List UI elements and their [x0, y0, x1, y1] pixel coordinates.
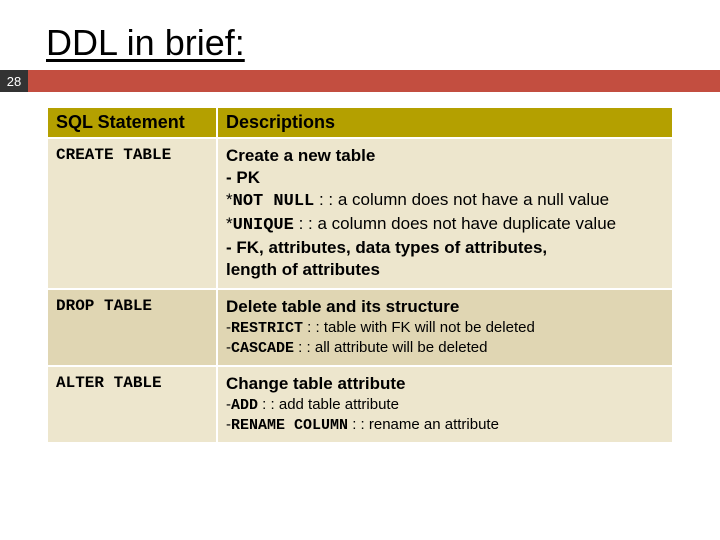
- kw-add: ADD: [231, 397, 258, 414]
- t: : : a column does not have duplicate val…: [294, 214, 616, 233]
- sql-desc: Change table attribute -ADD : : add tabl…: [217, 366, 673, 443]
- desc-line: Delete table and its structure: [226, 296, 664, 318]
- accent-band: 28: [0, 70, 720, 92]
- ddl-table-wrap: SQL Statement Descriptions CREATE TABLE …: [46, 106, 674, 444]
- col-header-statement: SQL Statement: [47, 107, 217, 138]
- sql-desc: Create a new table - PK *NOT NULL : : a …: [217, 138, 673, 289]
- desc-line: *NOT NULL : : a column does not have a n…: [226, 189, 664, 213]
- t: : : add table attribute: [258, 396, 399, 413]
- desc-line: Create a new table: [226, 145, 664, 167]
- kw-rename-column: RENAME COLUMN: [231, 417, 348, 434]
- kw-unique: UNIQUE: [233, 216, 294, 235]
- t: *: [226, 190, 233, 209]
- t: : : rename an attribute: [348, 416, 499, 433]
- desc-line: - FK, attributes, data types of attribut…: [226, 237, 664, 259]
- desc-line: - PK: [226, 167, 664, 189]
- desc-line: -RESTRICT : : table with FK will not be …: [226, 318, 664, 339]
- table-row: ALTER TABLE Change table attribute -ADD …: [47, 366, 673, 443]
- sql-desc: Delete table and its structure -RESTRICT…: [217, 289, 673, 366]
- slide: DDL in brief: 28 SQL Statement Descripti…: [0, 0, 720, 540]
- desc-line: Change table attribute: [226, 373, 664, 395]
- t: : : a column does not have a null value: [314, 190, 609, 209]
- table-row: DROP TABLE Delete table and its structur…: [47, 289, 673, 366]
- page-title: DDL in brief:: [0, 22, 720, 64]
- desc-line: *UNIQUE : : a column does not have dupli…: [226, 213, 664, 237]
- desc-line: -ADD : : add table attribute: [226, 395, 664, 416]
- page-number: 28: [0, 70, 28, 92]
- kw-not-null: NOT NULL: [233, 192, 315, 211]
- table-header-row: SQL Statement Descriptions: [47, 107, 673, 138]
- col-header-description: Descriptions: [217, 107, 673, 138]
- kw-restrict: RESTRICT: [231, 320, 303, 337]
- t: *: [226, 214, 233, 233]
- kw-cascade: CASCADE: [231, 340, 294, 357]
- table-row: CREATE TABLE Create a new table - PK *NO…: [47, 138, 673, 289]
- desc-line: -CASCADE : : all attribute will be delet…: [226, 338, 664, 359]
- desc-line: -RENAME COLUMN : : rename an attribute: [226, 415, 664, 436]
- ddl-table: SQL Statement Descriptions CREATE TABLE …: [46, 106, 674, 444]
- sql-cmd: ALTER TABLE: [47, 366, 217, 443]
- t: : : table with FK will not be deleted: [303, 319, 535, 336]
- t: : : all attribute will be deleted: [294, 339, 487, 356]
- sql-cmd: DROP TABLE: [47, 289, 217, 366]
- desc-line: length of attributes: [226, 259, 664, 281]
- sql-cmd: CREATE TABLE: [47, 138, 217, 289]
